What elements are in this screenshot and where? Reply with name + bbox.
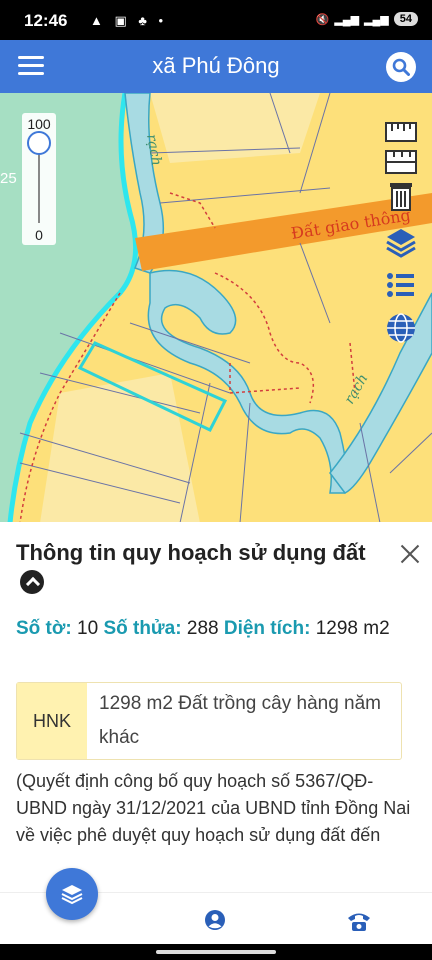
app-bar: xã Phú Đông (0, 40, 432, 93)
clear-button[interactable] (384, 179, 418, 213)
ruler-area-icon (385, 150, 417, 174)
info-panel: Thông tin quy hoạch sử dụng đất Số tờ: 1… (0, 522, 432, 892)
parcel-value: 288 (186, 618, 219, 639)
status-bar: 12:46 ▲ ▣ ♣ • 🔇 ▂▄▆ ▂▄▆ 54 (0, 0, 432, 40)
page-title: xã Phú Đông (152, 53, 280, 78)
signal-icon-2: ▂▄▆ (364, 13, 389, 26)
decision-text: (Quyết định công bố quy hoạch số 5367/QĐ… (16, 771, 411, 845)
zoom-min-label: 0 (35, 227, 43, 243)
zoom-slider[interactable]: 100 0 (22, 113, 56, 245)
map-canvas[interactable]: Đất giao thông rạch rạch 25 (0, 93, 432, 523)
search-icon (392, 58, 410, 76)
area-value: 1298 m2 (315, 618, 390, 639)
gesture-bar (0, 944, 432, 960)
search-button[interactable] (386, 52, 416, 82)
ruler-icon (385, 122, 417, 142)
legend-icon (387, 273, 414, 297)
zoom-max-label: 100 (27, 116, 51, 132)
area-tool-button[interactable] (384, 145, 418, 179)
notification-icons: ▲ ▣ ♣ • (90, 13, 168, 28)
close-icon[interactable] (398, 542, 422, 566)
sheet-label: Số tờ: (16, 618, 72, 639)
basemap-button[interactable] (384, 311, 418, 345)
layers-tool-button[interactable] (384, 225, 418, 259)
zoom-handle[interactable] (27, 131, 51, 155)
phone-icon[interactable] (346, 909, 372, 933)
landuse-code: HNK (17, 683, 87, 759)
map-view[interactable]: Đất giao thông rạch rạch 25 100 0 (0, 93, 432, 523)
battery-indicator: 54 (393, 12, 418, 26)
globe-icon (387, 313, 415, 343)
sheet-value: 10 (77, 618, 99, 639)
user-icon[interactable] (204, 909, 226, 931)
signal-icon: ▂▄▆ (334, 13, 360, 26)
ruler-tool-button[interactable] (384, 115, 418, 149)
layers-icon (61, 885, 83, 905)
area-label: Diện tích: (223, 618, 311, 639)
collapse-icon[interactable] (20, 570, 44, 594)
zoom-track[interactable] (38, 143, 40, 223)
panel-title-text: Thông tin quy hoạch sử dụng đất (16, 540, 366, 565)
legend-button[interactable] (384, 268, 418, 302)
mute-icon: 🔇 (315, 13, 330, 26)
landuse-description: 1298 m2 Đất trồng cây hàng năm khác (99, 693, 382, 748)
home-indicator[interactable] (156, 950, 276, 954)
parcel-label: Số thửa: (103, 618, 182, 639)
edge-number: 25 (0, 170, 17, 187)
system-icons: 🔇 ▂▄▆ ▂▄▆ 54 (316, 12, 418, 26)
layers-icon (386, 229, 416, 258)
status-time: 12:46 (24, 11, 68, 30)
trash-icon (390, 183, 412, 211)
parcel-info: Số tờ: 10 Số thửa: 288 Diện tích: 1298 m… (16, 616, 416, 642)
panel-title: Thông tin quy hoạch sử dụng đất (16, 538, 376, 598)
landuse-item[interactable]: HNK 1298 m2 Đất trồng cây hàng năm khác (16, 682, 402, 760)
layers-fab-button[interactable] (46, 868, 98, 920)
